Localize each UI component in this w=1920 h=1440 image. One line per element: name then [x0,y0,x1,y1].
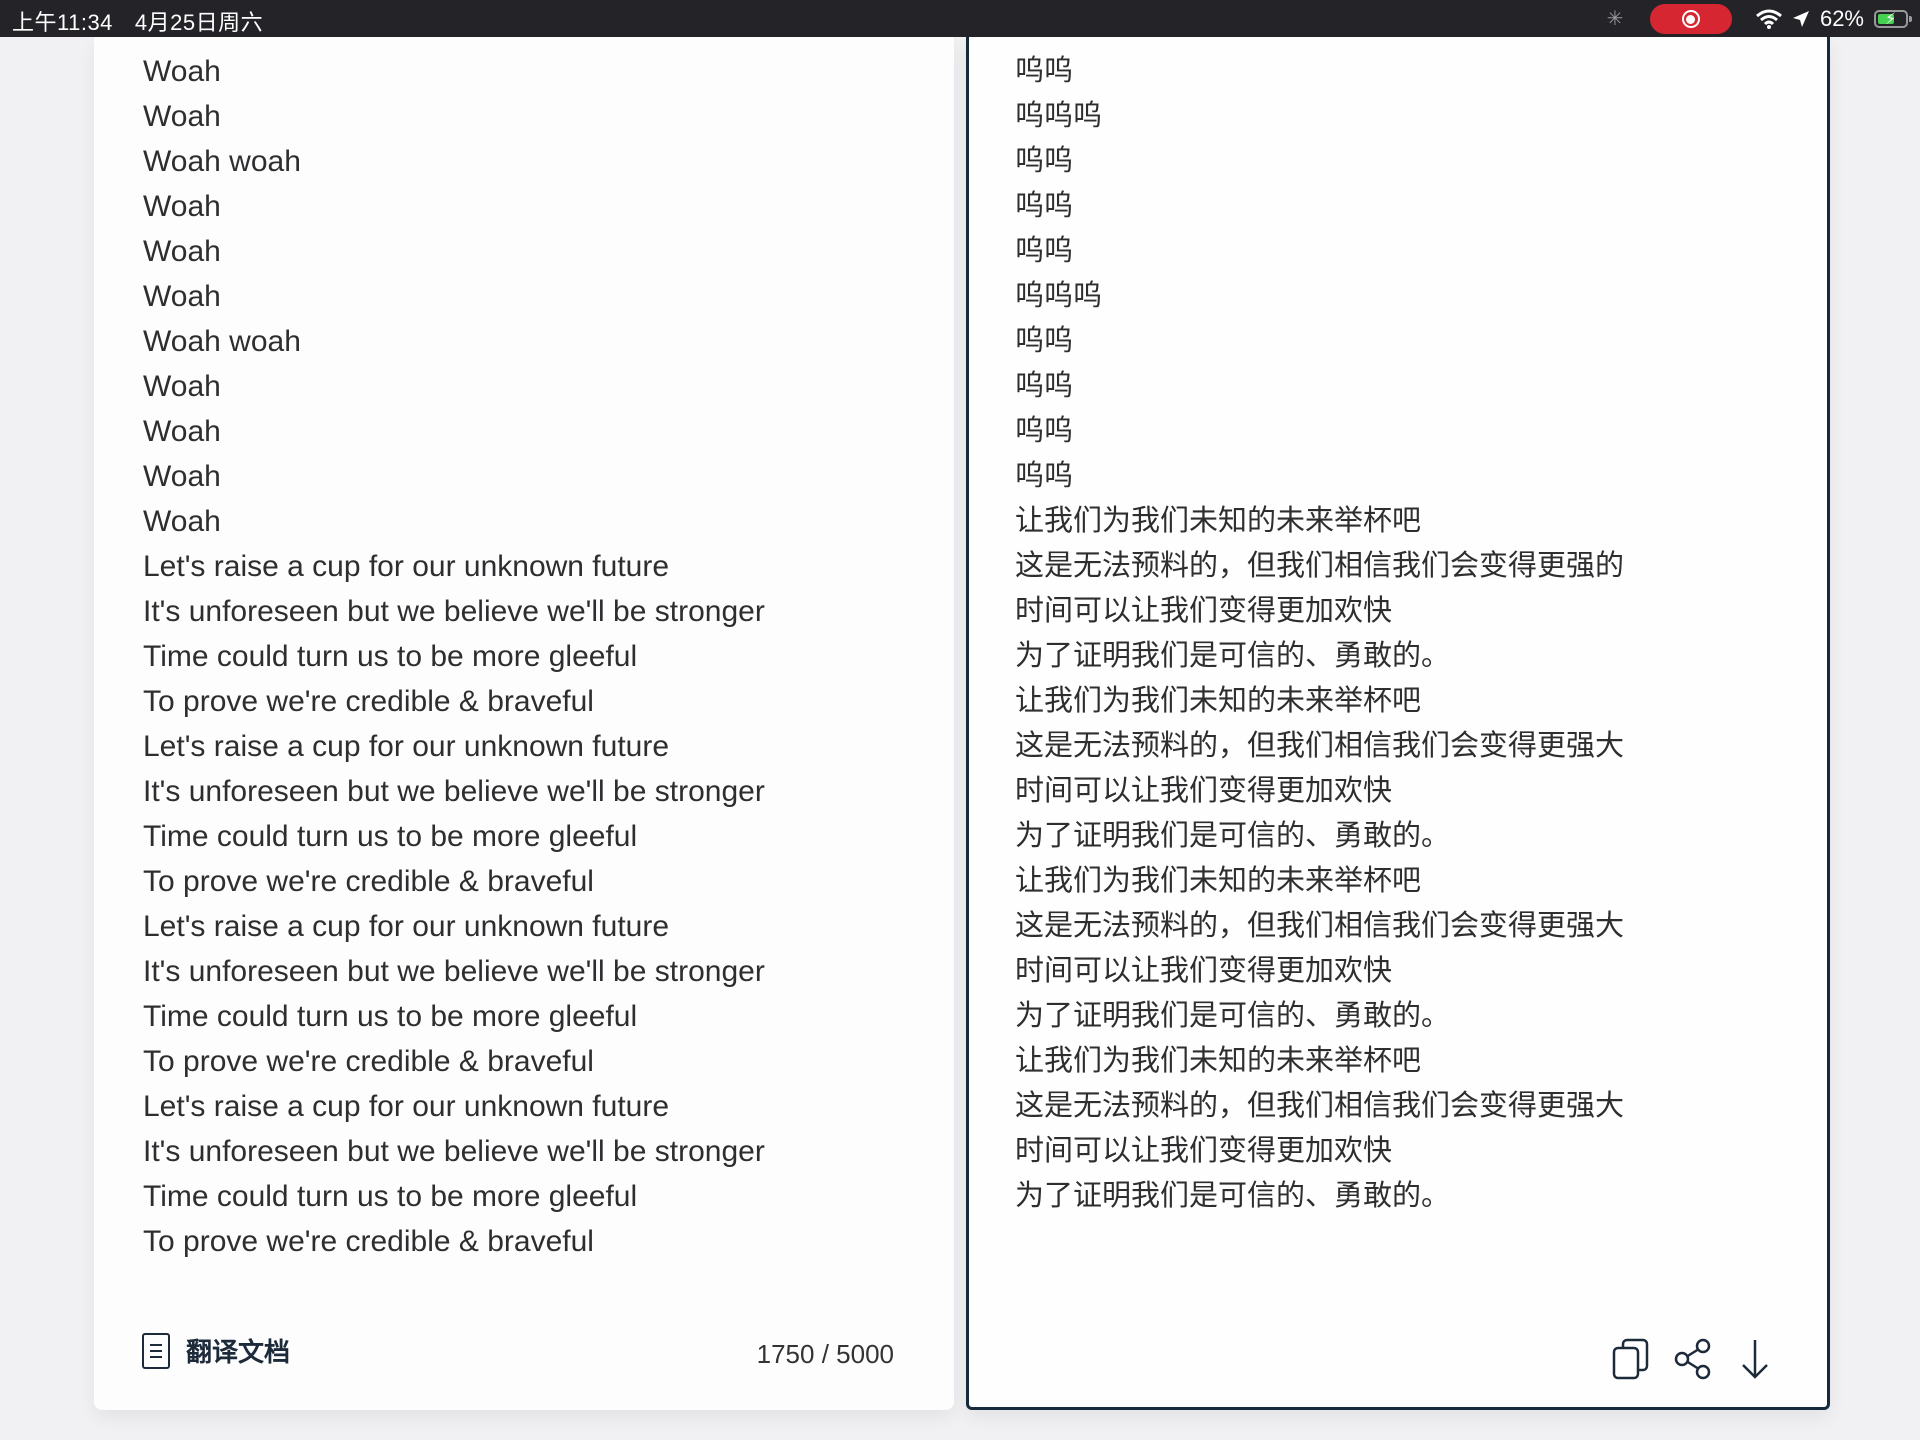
share-icon [1674,1338,1711,1380]
source-text[interactable]: Woah Woah Woah woah Woah Woah Woah Woah woah Wo… [143,49,765,1264]
status-date: 4月25日周六 [134,10,264,35]
source-line: Let's raise a cup for our unknown future [143,1090,670,1123]
source-line: It's unforeseen but we believe we'll be … [143,1135,765,1168]
translation-text: 呜呜 呜呜呜 呜呜 呜呜 呜呜 呜呜呜 呜呜 呜呜 呜呜 呜呜 让我们为我们未知的未来举杯吧 这是无法… [1015,49,1624,1219]
screen-recording-icon [1681,10,1700,28]
translation-actions [1611,1337,1775,1381]
translation-line: 为了证明我们是可信的、勇敢的。 [1015,1180,1451,1212]
translation-line: 这是无法预料的，但我们相信我们会变得更强的 [1015,550,1625,582]
translation-panel: 呜呜 呜呜呜 呜呜 呜呜 呜呜 呜呜呜 呜呜 呜呜 呜呜 呜呜 让我们为我们未知的未来举杯吧 这是无法… [966,37,1830,1410]
translation-line: 让我们为我们未知的未来举杯吧 [1015,865,1422,897]
source-line: It's unforeseen but we believe we'll be … [143,955,765,988]
translation-line: 时间可以让我们变得更加欢快 [1015,1135,1393,1167]
translation-line: 呜呜呜 [1015,100,1103,132]
translate-document-label: 翻译文档 [186,1337,291,1367]
copy-button[interactable] [1611,1337,1651,1381]
source-line: Woah [143,460,221,493]
source-line: To prove we're credible & braveful [143,1225,594,1258]
battery-percent: 62% [1819,6,1864,31]
translation-line: 时间可以让我们变得更加欢快 [1015,595,1393,627]
source-line: To prove we're credible & braveful [143,685,594,718]
translation-line: 呜呜 [1015,460,1074,492]
translation-line: 为了证明我们是可信的、勇敢的。 [1015,640,1451,672]
source-line: Woah [143,370,221,403]
wifi-icon [1755,9,1782,29]
source-line: Time could turn us to be more gleeful [143,1000,638,1033]
location-arrow-icon [1792,11,1809,27]
source-line: Time could turn us to be more gleeful [143,820,638,853]
translation-line: 这是无法预料的，但我们相信我们会变得更强大 [1015,1090,1625,1122]
source-line: Woah [143,415,221,448]
translation-line: 让我们为我们未知的未来举杯吧 [1015,1045,1422,1077]
source-line: Woah [143,505,221,538]
charging-bolt-icon: ⚡ [1885,11,1897,28]
translation-line: 呜呜 [1015,325,1074,357]
source-line: It's unforeseen but we believe we'll be … [143,775,765,808]
source-line: Woah woah [143,325,301,358]
status-bar: 上午11:34 4月25日周六 ✳ 62% ⚡ [0,0,1920,37]
source-line: Woah [143,280,221,313]
source-line: Time could turn us to be more gleeful [143,640,638,673]
source-line: Let's raise a cup for our unknown future [143,910,670,943]
translation-line: 呜呜 [1015,235,1074,267]
translation-line: 呜呜 [1015,415,1074,447]
translation-line: 呜呜 [1015,370,1074,402]
translation-line: 让我们为我们未知的未来举杯吧 [1015,505,1422,537]
source-line: Let's raise a cup for our unknown future [143,730,670,763]
source-line: Woah [143,190,221,223]
source-line: Woah [143,55,221,88]
source-line: It's unforeseen but we believe we'll be … [143,595,765,628]
download-button[interactable] [1735,1337,1775,1381]
character-count: 1750 / 5000 [756,1339,894,1369]
document-icon [142,1332,170,1369]
screen-recording-indicator[interactable] [1649,4,1732,34]
source-line: Time could turn us to be more gleeful [143,1180,638,1213]
source-line: Let's raise a cup for our unknown future [143,550,670,583]
translation-line: 时间可以让我们变得更加欢快 [1015,955,1393,987]
translation-line: 呜呜 [1015,190,1074,222]
translation-line: 呜呜 [1015,145,1074,177]
translation-line: 为了证明我们是可信的、勇敢的。 [1015,820,1451,852]
translation-line: 这是无法预料的，但我们相信我们会变得更强大 [1015,910,1625,942]
status-time: 上午11:34 [12,10,113,35]
translation-line: 让我们为我们未知的未来举杯吧 [1015,685,1422,717]
source-line: To prove we're credible & braveful [143,1045,594,1078]
translate-document-button[interactable]: 翻译文档 [142,1332,290,1369]
source-text-panel[interactable]: Woah Woah Woah woah Woah Woah Woah Woah woah Wo… [94,37,954,1410]
translation-line: 呜呜呜 [1015,280,1103,312]
translation-line: 这是无法预料的，但我们相信我们会变得更强大 [1015,730,1625,762]
translation-line: 时间可以让我们变得更加欢快 [1015,775,1393,807]
share-button[interactable] [1673,1337,1713,1381]
source-line: To prove we're credible & braveful [143,865,594,898]
source-line: Woah [143,100,221,133]
source-line: Woah woah [143,145,301,178]
source-line: Woah [143,235,221,268]
copy-icon [1612,1338,1649,1380]
download-arrow-icon [1742,1340,1768,1379]
activity-spinner-icon: ✳ [1606,8,1624,30]
translation-line: 为了证明我们是可信的、勇敢的。 [1015,1000,1451,1032]
translation-line: 呜呜 [1015,55,1074,87]
battery-charging-icon: ⚡ [1874,10,1912,28]
